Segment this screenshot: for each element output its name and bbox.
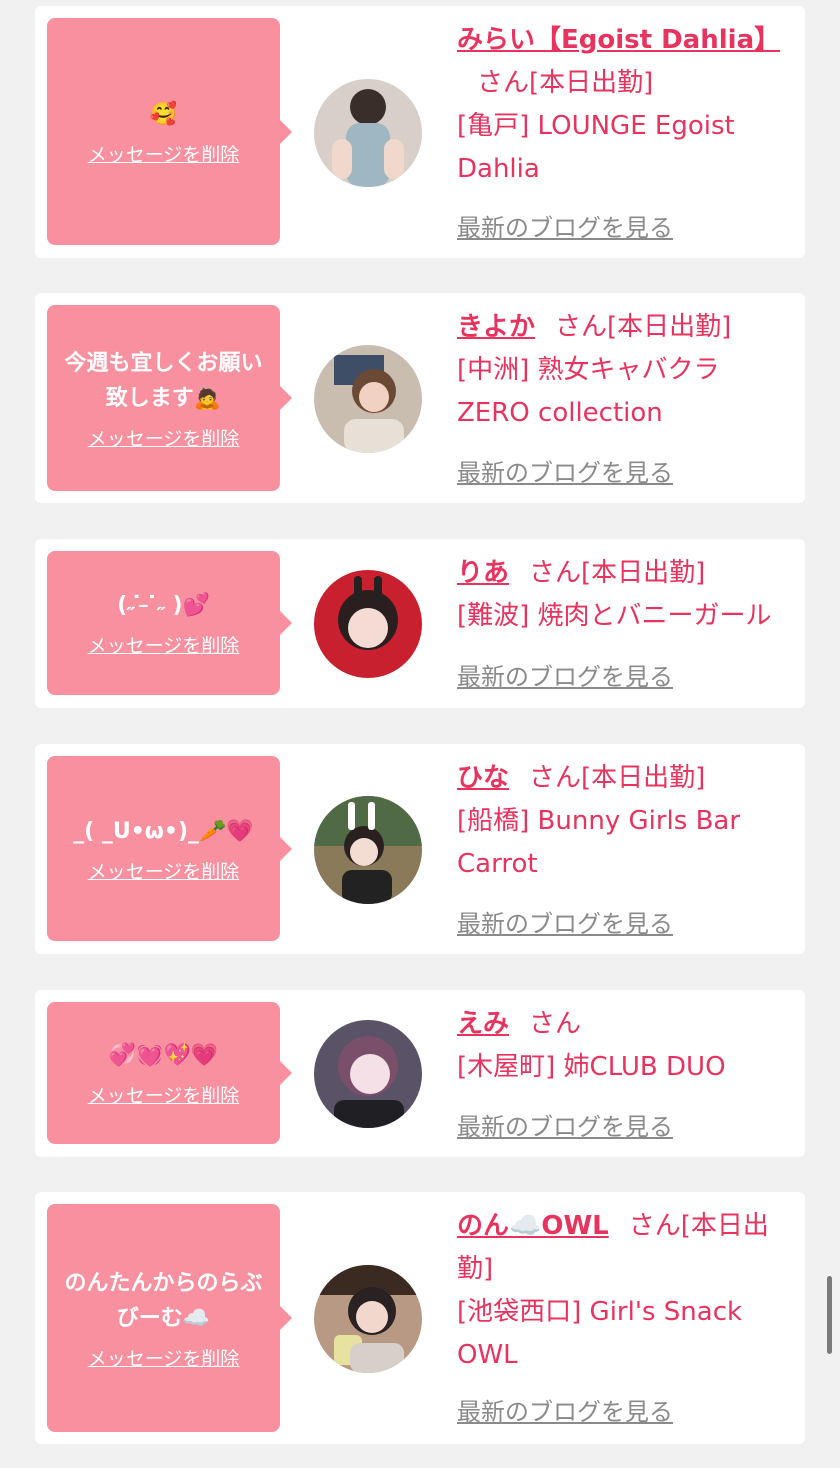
message-text: 🥰 xyxy=(149,101,178,127)
status-text: さん[本日出勤] xyxy=(529,558,706,588)
view-blog-link[interactable]: 最新のブログを見る xyxy=(457,904,673,939)
status-text: さん[本日出勤] xyxy=(529,763,706,793)
profile-info: のん☁️OWL さん[本日出勤] [池袋西口] Girl's Snack OWL xyxy=(457,1205,792,1377)
avatar[interactable] xyxy=(314,1265,422,1373)
view-blog-link[interactable]: 最新のブログを見る xyxy=(457,1107,673,1142)
delete-message-link[interactable]: メッセージを削除 xyxy=(88,424,240,451)
girl-name-link[interactable]: のん☁️OWL xyxy=(457,1211,609,1241)
follow-card: _( _U•ω•)_🥕💗 メッセージを削除 ひな さん[本日出勤] [船橋] Bu… xyxy=(35,744,805,954)
view-blog-link[interactable]: 最新のブログを見る xyxy=(457,453,673,488)
delete-message-link[interactable]: メッセージを削除 xyxy=(88,140,240,167)
profile-info: きよか さん[本日出勤] [中洲] 熟女キャバクラ ZERO collection xyxy=(457,306,792,435)
avatar[interactable] xyxy=(314,570,422,678)
message-text: _( _U•ω•)_🥕💗 xyxy=(73,818,254,844)
message-bubble: 💞💓💖💗 メッセージを削除 xyxy=(47,1002,292,1144)
delete-message-link[interactable]: メッセージを削除 xyxy=(88,631,240,658)
avatar[interactable] xyxy=(314,796,422,904)
message-bubble: のんたんからのらぶびーむ☁️ メッセージを削除 xyxy=(47,1204,292,1432)
shop-name: [中洲] 熟女キャバクラ ZERO collection xyxy=(457,355,720,428)
message-bubble: (˶ ̇ ̵ ̇˶ )💕 メッセージを削除 xyxy=(47,551,292,695)
status-text: さん[本日出勤] xyxy=(555,312,732,342)
avatar[interactable] xyxy=(314,79,422,187)
view-blog-link[interactable]: 最新のブログを見る xyxy=(457,208,673,243)
avatar[interactable] xyxy=(314,345,422,453)
shop-name: [亀戸] LOUNGE Egoist Dahlia xyxy=(457,111,735,184)
shop-name: [木屋町] 姉CLUB DUO xyxy=(457,1052,726,1082)
profile-info: みらい【Egoist Dahlia】さん[本日出勤] [亀戸] LOUNGE E… xyxy=(457,19,792,191)
message-text: (˶ ̇ ̵ ̇˶ )💕 xyxy=(117,593,210,618)
delete-message-link[interactable]: メッセージを削除 xyxy=(88,1344,240,1371)
message-text: 💞💓💖💗 xyxy=(108,1043,219,1068)
status-text: さん xyxy=(529,1009,582,1039)
girl-name-link[interactable]: りあ xyxy=(457,558,509,588)
message-bubble: _( _U•ω•)_🥕💗 メッセージを削除 xyxy=(47,756,292,941)
follow-card: 今週も宜しくお願い致します🙇 メッセージを削除 きよか さん[本日出勤] [中洲]… xyxy=(35,293,805,503)
message-text: 今週も宜しくお願い致します🙇 xyxy=(64,350,263,411)
shop-name: [船橋] Bunny Girls Bar Carrot xyxy=(457,806,741,879)
girl-name-link[interactable]: みらい【Egoist Dahlia】 xyxy=(457,25,780,55)
profile-info: えみ さん [木屋町] 姉CLUB DUO xyxy=(457,1003,792,1089)
message-text: のんたんからのらぶびーむ☁️ xyxy=(64,1270,263,1331)
follow-card: 🥰 メッセージを削除 みらい【Egoist Dahlia】さん[本日出勤] [亀… xyxy=(35,6,805,258)
follow-card: (˶ ̇ ̵ ̇˶ )💕 メッセージを削除 りあ さん[本日出勤] [難波] 焼肉… xyxy=(35,539,805,708)
view-blog-link[interactable]: 最新のブログを見る xyxy=(457,657,673,692)
follow-card: のんたんからのらぶびーむ☁️ メッセージを削除 のん☁️OWL さん[本日出勤] … xyxy=(35,1192,805,1444)
view-blog-link[interactable]: 最新のブログを見る xyxy=(457,1392,673,1427)
profile-info: ひな さん[本日出勤] [船橋] Bunny Girls Bar Carrot xyxy=(457,757,792,886)
girl-name-link[interactable]: きよか xyxy=(457,312,535,342)
status-text: さん[本日出勤] xyxy=(477,68,654,98)
message-bubble: 🥰 メッセージを削除 xyxy=(47,18,292,245)
girl-name-link[interactable]: えみ xyxy=(457,1009,509,1039)
profile-info: りあ さん[本日出勤] [難波] 焼肉とバニーガール xyxy=(457,552,792,638)
shop-name: [難波] 焼肉とバニーガール xyxy=(457,601,772,631)
delete-message-link[interactable]: メッセージを削除 xyxy=(88,1081,240,1108)
follow-card: 💞💓💖💗 メッセージを削除 えみ さん [木屋町] 姉CLUB DUO 最新のブロ… xyxy=(35,990,805,1157)
message-bubble: 今週も宜しくお願い致します🙇 メッセージを削除 xyxy=(47,305,292,491)
shop-name: [池袋西口] Girl's Snack OWL xyxy=(457,1297,743,1370)
girl-name-link[interactable]: ひな xyxy=(457,763,509,793)
avatar[interactable] xyxy=(314,1020,422,1128)
delete-message-link[interactable]: メッセージを削除 xyxy=(88,857,240,884)
scrollbar[interactable] xyxy=(827,1276,832,1354)
